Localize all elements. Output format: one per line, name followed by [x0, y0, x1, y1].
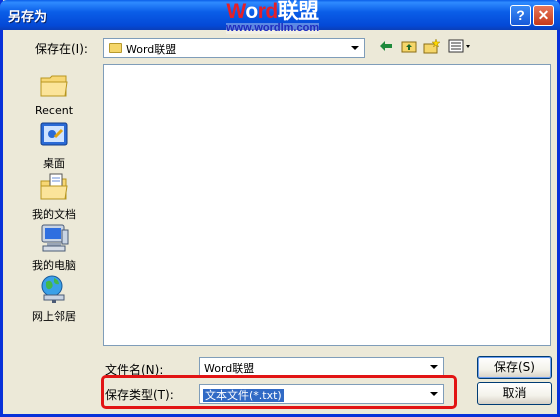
place-label: 我的文档	[32, 208, 76, 221]
place-network[interactable]: 网上邻居	[26, 273, 82, 324]
save-as-dialog: 另存为 Word联盟 www.wordlm.com ? ✕ 保存在(I): Wo…	[0, 0, 560, 417]
watermark-url: www.wordlm.com	[226, 22, 320, 34]
desktop-icon	[38, 120, 70, 152]
chevron-down-icon[interactable]	[425, 359, 442, 375]
new-folder-icon[interactable]	[422, 38, 442, 58]
place-label: 桌面	[43, 157, 65, 170]
watermark-logo: Word联盟	[226, 0, 319, 23]
chevron-down-icon[interactable]	[346, 40, 363, 56]
network-places-icon	[38, 273, 70, 305]
place-desktop[interactable]: 桌面	[26, 120, 82, 171]
place-label: Recent	[34, 104, 74, 117]
save-in-dropdown[interactable]: Word联盟	[103, 38, 365, 58]
my-documents-icon	[38, 171, 70, 203]
place-label: 我的电脑	[32, 259, 76, 272]
watermark: Word联盟 www.wordlm.com	[226, 1, 319, 34]
cancel-button[interactable]: 取消	[477, 382, 552, 405]
dialog-title: 另存为	[8, 10, 48, 25]
place-my-computer[interactable]: 我的电脑	[26, 222, 82, 273]
up-folder-icon[interactable]	[399, 38, 419, 58]
recent-folder-icon	[38, 69, 70, 101]
help-button[interactable]: ?	[510, 5, 531, 26]
back-arrow-icon[interactable]	[376, 38, 396, 58]
filename-input[interactable]: Word联盟	[199, 357, 444, 377]
save-in-label: 保存在(I):	[35, 42, 88, 56]
close-button[interactable]: ✕	[533, 5, 554, 26]
annotation-highlight-box	[101, 375, 457, 409]
views-menu-icon[interactable]	[447, 38, 473, 58]
my-computer-icon	[38, 222, 70, 254]
place-my-documents[interactable]: 我的文档	[26, 171, 82, 222]
save-in-value: Word联盟	[126, 43, 177, 56]
file-list-view[interactable]	[103, 64, 551, 346]
place-label: 网上邻居	[32, 310, 76, 323]
place-recent[interactable]: Recent	[26, 69, 82, 117]
folder-icon	[109, 43, 122, 53]
title-bar[interactable]: 另存为 Word联盟 www.wordlm.com ? ✕	[0, 0, 560, 34]
save-button[interactable]: 保存(S)	[477, 356, 552, 379]
filename-value: Word联盟	[204, 362, 255, 375]
